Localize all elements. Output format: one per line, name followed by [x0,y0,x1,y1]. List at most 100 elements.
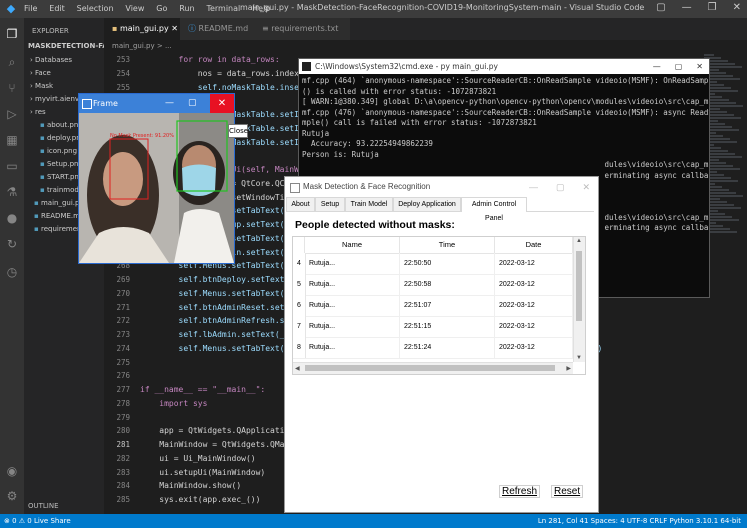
frame-minimize-icon[interactable]: — [165,94,174,113]
table-row[interactable]: 5 Rutuja... 22:50:58 2022-03-12 [293,274,573,296]
corner-cell[interactable] [293,237,305,253]
app-title: Mask Detection & Face Recognition [303,182,431,191]
app-maximize-icon[interactable]: ▢ [556,177,565,197]
layout-icon[interactable]: ▢ [656,2,665,13]
search-icon[interactable]: ⌕ [4,54,20,70]
tab-about[interactable]: About [286,197,315,211]
menu-view[interactable]: View [125,4,144,13]
status-right[interactable]: Ln 281, Col 41 Spaces: 4 UTF-8 CRLF Pyth… [538,514,741,528]
column-header-date[interactable]: Date [495,237,573,253]
live-share-icon[interactable]: ↻ [4,236,20,252]
github-icon[interactable]: ● [4,210,20,226]
menu-go[interactable]: Go [156,4,167,13]
scroll-right-icon[interactable]: ▶ [566,365,571,372]
timeline-icon[interactable]: ◷ [4,264,20,280]
table-row[interactable]: 8 Rutuja... 22:51:24 2022-03-12 [293,337,573,359]
reset-button[interactable]: Reset [551,485,584,498]
text-file-icon: ≡ [262,24,269,33]
menu-terminal[interactable]: Terminal [206,4,240,13]
scroll-down-icon[interactable]: ▼ [576,355,582,361]
table-vertical-scrollbar[interactable]: ▲ ▼ [573,237,585,362]
cmd-maximize-icon[interactable]: ▢ [675,59,683,74]
tab-readme[interactable]: ⓘ README.md [180,18,256,40]
explorer-icon[interactable]: ❐ [4,26,20,42]
menu-run[interactable]: Run [179,4,194,13]
table-horizontal-scrollbar[interactable]: ◀ ▶ [293,362,573,374]
tab-deploy-application[interactable]: Deploy Application [393,197,461,211]
column-header-name[interactable]: Name [305,237,400,253]
file-tree-item[interactable]: › Mask [24,80,104,93]
file-tree-item[interactable]: › Face [24,67,104,80]
cell-time[interactable]: 22:50:58 [400,274,495,295]
person-face [103,152,143,206]
cell-time[interactable]: 22:51:07 [400,295,495,316]
camera-feed-scene: No Mask Present: 91.20% [79,113,234,263]
horizontal-scroll-thumb[interactable] [305,365,555,371]
remote-explorer-icon[interactable]: ▭ [4,158,20,174]
file-icon: ▪ [34,212,41,220]
account-icon[interactable]: ◉ [4,463,20,479]
close-icon[interactable]: ✕ [733,2,741,13]
maximize-icon[interactable]: ❐ [708,2,717,13]
line-number: 269 [116,275,130,284]
frame-maximize-icon[interactable]: ▢ [188,94,197,113]
cmd-output-line: mf.cpp (476) `anonymous-namespace'::Sour… [302,107,709,117]
vertical-scroll-thumb[interactable] [576,251,582,321]
detection-label: No Mask Present: 91.20% [110,133,174,139]
table-row[interactable]: 4 Rutuja... 22:50:50 2022-03-12 [293,253,573,275]
file-tree-item[interactable]: › Databases [24,54,104,67]
cell-date[interactable]: 2022-03-12 [495,316,573,337]
app-minimize-icon[interactable]: — [529,177,538,197]
info-icon: ⓘ [188,24,196,33]
cmd-output-line: () is called with error status: -1072873… [302,86,497,96]
cell-name[interactable]: Rutuja... [305,253,400,274]
cell-name[interactable]: Rutuja... [305,274,400,295]
line-number: 277 [116,385,130,394]
app-close-icon[interactable]: ✕ [582,177,590,197]
cell-name[interactable]: Rutuja... [305,337,400,358]
cell-date[interactable]: 2022-03-12 [495,295,573,316]
cell-time[interactable]: 22:50:50 [400,253,495,274]
file-icon: ▪ [40,121,47,129]
extensions-icon[interactable]: ▦ [4,132,20,148]
tab-train-model[interactable]: Train Model [345,197,393,211]
scroll-left-icon[interactable]: ◀ [295,365,300,372]
testing-icon[interactable]: ⚗ [4,184,20,200]
cell-date[interactable]: 2022-03-12 [495,253,573,274]
tab-setup[interactable]: Setup [315,197,345,211]
project-folder[interactable]: MASKDETECTION-FACERE... [24,35,104,50]
cmd-output-line: Rutuja [302,128,330,138]
cmd-minimize-icon[interactable]: — [653,59,661,74]
scroll-up-icon[interactable]: ▲ [576,238,582,244]
cell-time[interactable]: 22:51:15 [400,316,495,337]
table-row[interactable]: 6 Rutuja... 22:51:07 2022-03-12 [293,295,573,317]
tab-main-gui[interactable]: ▪ main_gui.py ✕ [104,18,180,40]
frame-close-icon[interactable]: ✕ [210,94,234,113]
cmd-close-icon[interactable]: ✕ [696,59,703,74]
cell-date[interactable]: 2022-03-12 [495,337,573,358]
breadcrumb[interactable]: main_gui.py > ... [104,40,747,53]
source-control-icon[interactable]: ⑂ [4,80,20,96]
minimize-icon[interactable]: — [682,2,692,13]
status-left[interactable]: ⊗ 0 ⚠ 0 Live Share [4,514,71,528]
cell-name[interactable]: Rutuja... [305,316,400,337]
menu-selection[interactable]: Selection [77,4,114,13]
cell-date[interactable]: 2022-03-12 [495,274,573,295]
frame-title-bar[interactable]: Frame — ▢ ✕ [79,94,234,113]
refresh-button[interactable]: Refresh [499,485,541,498]
cell-name[interactable]: Rutuja... [305,295,400,316]
tab-admin-control-panel[interactable]: Admin Control Panel [461,197,527,222]
table-row[interactable]: 7 Rutuja... 22:51:15 2022-03-12 [293,316,573,338]
menu-file[interactable]: File [24,4,37,13]
outline-section[interactable]: OUTLINE [28,502,59,510]
settings-gear-icon[interactable]: ⚙ [4,488,20,504]
cmd-title-bar[interactable]: C:\Windows\System32\cmd.exe - py main_gu… [299,59,709,74]
menu-edit[interactable]: Edit [49,4,65,13]
line-number: 272 [116,316,130,326]
column-header-time[interactable]: Time [400,237,495,253]
run-debug-icon[interactable]: ▷ [4,106,20,122]
tab-requirements[interactable]: ≡ requirements.txt [254,18,350,40]
line-number: 283 [116,467,130,477]
app-title-bar[interactable]: Mask Detection & Face Recognition — ▢ ✕ [285,177,598,197]
cell-time[interactable]: 22:51:24 [400,337,495,358]
